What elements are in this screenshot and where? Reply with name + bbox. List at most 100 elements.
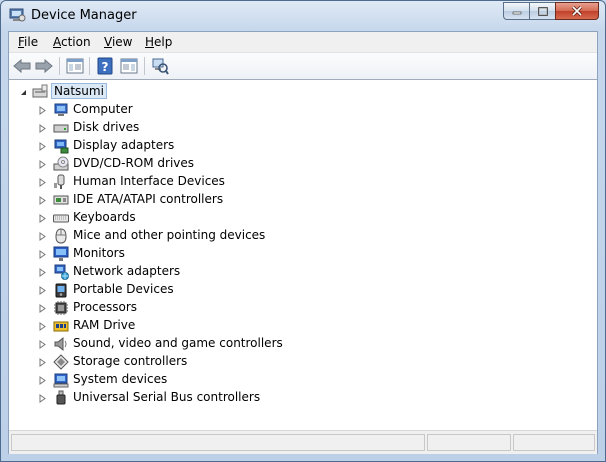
- properties-view-icon: [66, 58, 84, 74]
- toolbar-separator: [89, 57, 90, 75]
- ram-drive-icon: [53, 321, 69, 332]
- sound-icon: [54, 336, 67, 352]
- tree-category[interactable]: Network adapters: [9, 263, 597, 281]
- tree-category[interactable]: Processors: [9, 299, 597, 317]
- tree-category[interactable]: Sound, video and game controllers: [9, 335, 597, 353]
- expand-icon[interactable]: [38, 268, 47, 277]
- tree-category-label[interactable]: Portable Devices: [73, 282, 174, 296]
- tree-root[interactable]: Natsumi: [9, 83, 597, 101]
- back-icon: [13, 59, 31, 73]
- storage-controller-icon: [53, 354, 69, 370]
- minimize-icon: [512, 11, 521, 15]
- tree-category[interactable]: RAM Drive: [9, 317, 597, 335]
- tree-category-label[interactable]: RAM Drive: [73, 318, 135, 332]
- close-button[interactable]: [555, 2, 599, 20]
- scan-for-hardware-changes-button[interactable]: [150, 56, 170, 76]
- tree-category[interactable]: System devices: [9, 371, 597, 389]
- menu-help[interactable]: Help: [145, 35, 172, 49]
- back-button[interactable]: [12, 56, 32, 76]
- status-pane-main: [11, 434, 425, 451]
- menu-file[interactable]: File: [18, 35, 38, 49]
- tree-category-label[interactable]: Universal Serial Bus controllers: [73, 390, 260, 404]
- menu-bar: File Action View Help: [9, 32, 597, 53]
- tree-category-label[interactable]: Storage controllers: [73, 354, 187, 368]
- mouse-icon: [55, 228, 67, 244]
- tree-category-label[interactable]: IDE ATA/ATAPI controllers: [73, 192, 223, 206]
- svg-text:?: ?: [102, 60, 109, 74]
- expand-icon[interactable]: [38, 232, 47, 241]
- tree-category-label[interactable]: Disk drives: [73, 120, 139, 134]
- show-hide-console-tree-button[interactable]: [65, 56, 85, 76]
- tree-category[interactable]: Portable Devices: [9, 281, 597, 299]
- maximize-button[interactable]: [529, 2, 555, 20]
- tree-category[interactable]: Computer: [9, 101, 597, 119]
- tree-category-label[interactable]: Monitors: [73, 246, 125, 260]
- tree-root-label[interactable]: Natsumi: [51, 83, 107, 99]
- computer-root-icon: [32, 84, 48, 98]
- tree-category-label[interactable]: Sound, video and game controllers: [73, 336, 283, 350]
- expand-icon[interactable]: [38, 286, 47, 295]
- tree-category-label[interactable]: System devices: [73, 372, 167, 386]
- processor-icon: [54, 301, 68, 315]
- tree-category-label[interactable]: Processors: [73, 300, 137, 314]
- expand-icon[interactable]: [38, 106, 47, 115]
- tree-category-label[interactable]: Keyboards: [73, 210, 136, 224]
- menu-view[interactable]: View: [104, 35, 132, 49]
- expand-icon[interactable]: [38, 178, 47, 187]
- collapse-icon[interactable]: [19, 88, 28, 97]
- tree-category[interactable]: Display adapters: [9, 137, 597, 155]
- title-bar[interactable]: Device Manager: [1, 1, 605, 31]
- expand-icon[interactable]: [38, 124, 47, 133]
- tree-category-label[interactable]: DVD/CD-ROM drives: [73, 156, 194, 170]
- tree-category[interactable]: Keyboards: [9, 209, 597, 227]
- tree-category-label[interactable]: Network adapters: [73, 264, 180, 278]
- expand-icon[interactable]: [38, 322, 47, 331]
- tree-category[interactable]: Mice and other pointing devices: [9, 227, 597, 245]
- expand-icon[interactable]: [38, 160, 47, 169]
- device-manager-app-icon: [9, 8, 26, 22]
- device-manager-window: Device Manager File Action View Help ? N…: [0, 0, 606, 462]
- caption-buttons: [503, 2, 599, 21]
- hid-icon: [54, 174, 65, 189]
- expand-icon[interactable]: [38, 358, 47, 367]
- dvd-drive-icon: [53, 156, 69, 171]
- expand-icon[interactable]: [38, 214, 47, 223]
- minimize-button[interactable]: [503, 2, 529, 20]
- tree-category-label[interactable]: Mice and other pointing devices: [73, 228, 265, 242]
- toolbar: ?: [9, 53, 597, 80]
- tree-category[interactable]: Disk drives: [9, 119, 597, 137]
- expand-icon[interactable]: [38, 340, 47, 349]
- expand-icon[interactable]: [38, 376, 47, 385]
- monitor-icon: [53, 246, 69, 261]
- display-adapter-icon: [54, 139, 69, 154]
- expand-icon[interactable]: [38, 304, 47, 313]
- computer-icon: [54, 103, 68, 116]
- toolbar-separator: [59, 57, 60, 75]
- expand-icon[interactable]: [38, 196, 47, 205]
- show-hide-action-pane-button[interactable]: [119, 56, 139, 76]
- status-pane-tertiary: [513, 434, 595, 451]
- tree-category[interactable]: Human Interface Devices: [9, 173, 597, 191]
- expand-icon[interactable]: [38, 394, 47, 403]
- keyboard-icon: [53, 214, 69, 223]
- tree-category[interactable]: Monitors: [9, 245, 597, 263]
- tree-category[interactable]: DVD/CD-ROM drives: [9, 155, 597, 173]
- expand-icon[interactable]: [38, 142, 47, 151]
- tree-category-label[interactable]: Human Interface Devices: [73, 174, 225, 188]
- tree-category-label[interactable]: Computer: [73, 102, 133, 116]
- expand-icon[interactable]: [38, 250, 47, 259]
- usb-icon: [56, 390, 66, 405]
- ide-controller-icon: [53, 195, 69, 205]
- help-button[interactable]: ?: [95, 56, 115, 76]
- action-pane-icon: [120, 58, 138, 74]
- status-bar: [9, 430, 597, 454]
- menu-action[interactable]: Action: [53, 35, 91, 49]
- maximize-icon: [537, 6, 548, 16]
- forward-icon: [35, 59, 53, 73]
- tree-category[interactable]: Universal Serial Bus controllers: [9, 389, 597, 407]
- tree-category[interactable]: IDE ATA/ATAPI controllers: [9, 191, 597, 209]
- tree-category[interactable]: Storage controllers: [9, 353, 597, 371]
- forward-button[interactable]: [34, 56, 54, 76]
- tree-category-label[interactable]: Display adapters: [73, 138, 174, 152]
- device-tree[interactable]: Natsumi Computer Disk drives Display adapt…: [9, 80, 597, 428]
